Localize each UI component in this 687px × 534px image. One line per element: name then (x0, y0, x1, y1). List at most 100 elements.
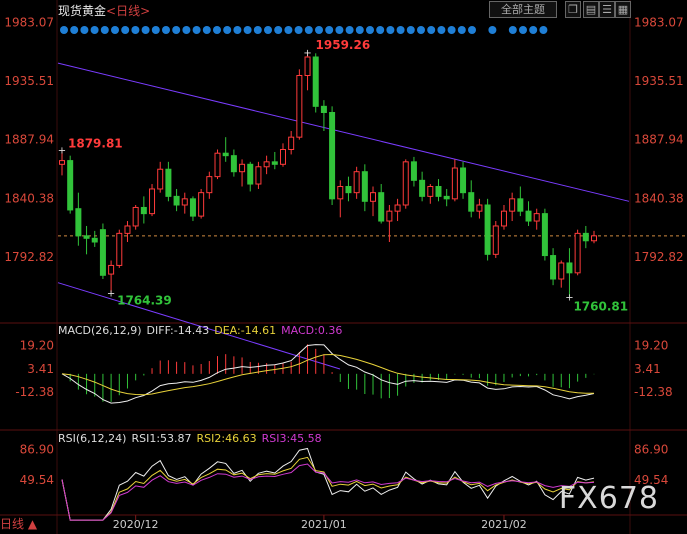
price-tick-label: 1983.07 (4, 15, 54, 29)
status-dot (468, 26, 476, 34)
candle-body (353, 171, 360, 194)
status-dot (192, 26, 201, 34)
status-dot (182, 26, 191, 34)
instrument-title: 现货黄金 (58, 4, 107, 18)
candle-body (378, 192, 385, 222)
candle-body (157, 168, 164, 190)
status-dot (141, 26, 150, 34)
candle-body (329, 112, 336, 200)
candle-body (468, 192, 475, 212)
candle-body (492, 225, 499, 255)
extreme-label: 1760.81 (573, 299, 628, 313)
candle-body (582, 232, 589, 242)
candle-body (83, 235, 90, 239)
theme-select-button[interactable]: 全部主题 (489, 1, 557, 18)
rsi2-line (61, 456, 595, 521)
price-tick-label: 1840.38 (4, 191, 54, 205)
grid-icon[interactable]: ▦ (615, 1, 631, 18)
status-dot (539, 26, 548, 34)
candle-body (525, 210, 532, 222)
status-dot (294, 26, 303, 34)
macd-diff: DIFF:-14.43 (146, 324, 210, 337)
status-dot (162, 26, 170, 34)
candle-body (304, 56, 311, 76)
status-dot (151, 26, 160, 34)
status-dot (202, 26, 211, 34)
candle-body (206, 176, 213, 194)
candle-body (255, 166, 262, 185)
candle-body (99, 229, 106, 276)
extreme-marker: + (565, 292, 573, 303)
price-tick-label: 1887.94 (4, 133, 54, 147)
time-tick-label: 2021/01 (301, 518, 347, 531)
candle-body (263, 161, 270, 168)
price-tick-label: 1792.82 (634, 250, 684, 264)
status-dot (447, 26, 456, 34)
rsi2-value: RSI2:46.63 (196, 432, 257, 445)
status-dot (376, 26, 385, 34)
price-tick-label: 1983.07 (634, 15, 684, 29)
status-dot (304, 26, 313, 34)
status-dot (172, 26, 181, 34)
candle-body (198, 192, 205, 217)
status-dot (488, 26, 497, 34)
time-tick-label: 2021/02 (481, 518, 527, 531)
macd-tick-label: 19.20 (20, 339, 54, 353)
candle-body (320, 105, 327, 114)
rsi1-value: RSI1:53.87 (131, 432, 192, 445)
candle-body (574, 232, 581, 274)
rsi-tick-label: 86.90 (634, 443, 668, 457)
price-tick-label: 1935.51 (4, 74, 54, 88)
status-dot (274, 26, 283, 34)
layout-icon[interactable]: ▤ (583, 1, 599, 18)
status-dot (80, 26, 89, 34)
status-dot (519, 26, 527, 34)
candle-body (370, 192, 377, 202)
period-selector[interactable]: 日线 ▲ (0, 515, 37, 532)
candle-body (247, 163, 254, 185)
status-dot (457, 26, 466, 34)
candle-body (419, 179, 426, 197)
status-dot (90, 26, 99, 34)
extreme-marker: + (58, 146, 66, 157)
candle-body (124, 225, 131, 234)
candle-body (517, 198, 524, 212)
status-dot (325, 26, 334, 34)
candle-body (173, 195, 180, 206)
candle-body (509, 198, 516, 212)
candle-body (296, 75, 303, 138)
status-dot (60, 26, 68, 34)
price-tick-label: 1792.82 (4, 250, 54, 264)
candle-body (279, 149, 286, 165)
candle-body (435, 186, 442, 197)
gold-daily-chart[interactable]: 1983.07 1983.07 1935.51 1935.51 1887.94 1887.… (0, 0, 687, 534)
status-dot (223, 26, 232, 34)
list-icon[interactable]: ☰ (599, 1, 615, 18)
rsi1-line (61, 447, 595, 521)
candle-body (108, 264, 115, 275)
candle-body (165, 168, 172, 197)
restore-icon[interactable]: ❐ (565, 1, 581, 18)
extreme-label: 1959.26 (316, 38, 371, 52)
candle-body (558, 262, 565, 280)
status-dot (529, 26, 538, 34)
candle-body (410, 161, 417, 181)
candle-body (460, 167, 467, 194)
status-dot (70, 26, 79, 34)
timeframe-label[interactable]: <日线> (106, 4, 150, 18)
status-dot (100, 26, 109, 34)
candle-body (443, 195, 450, 200)
status-dot (233, 26, 242, 34)
status-dot (131, 26, 140, 34)
candle-body (476, 204, 483, 212)
status-dot (386, 26, 395, 34)
status-dot (396, 26, 405, 34)
status-dot (406, 26, 415, 34)
status-dot (253, 26, 262, 34)
candle-body (230, 155, 237, 173)
candle-body (116, 232, 123, 266)
macd-dea: DEA:-14.61 (214, 324, 277, 337)
status-dot (284, 26, 293, 34)
macd-tick-label: 19.20 (634, 339, 668, 353)
status-dot (345, 26, 354, 34)
